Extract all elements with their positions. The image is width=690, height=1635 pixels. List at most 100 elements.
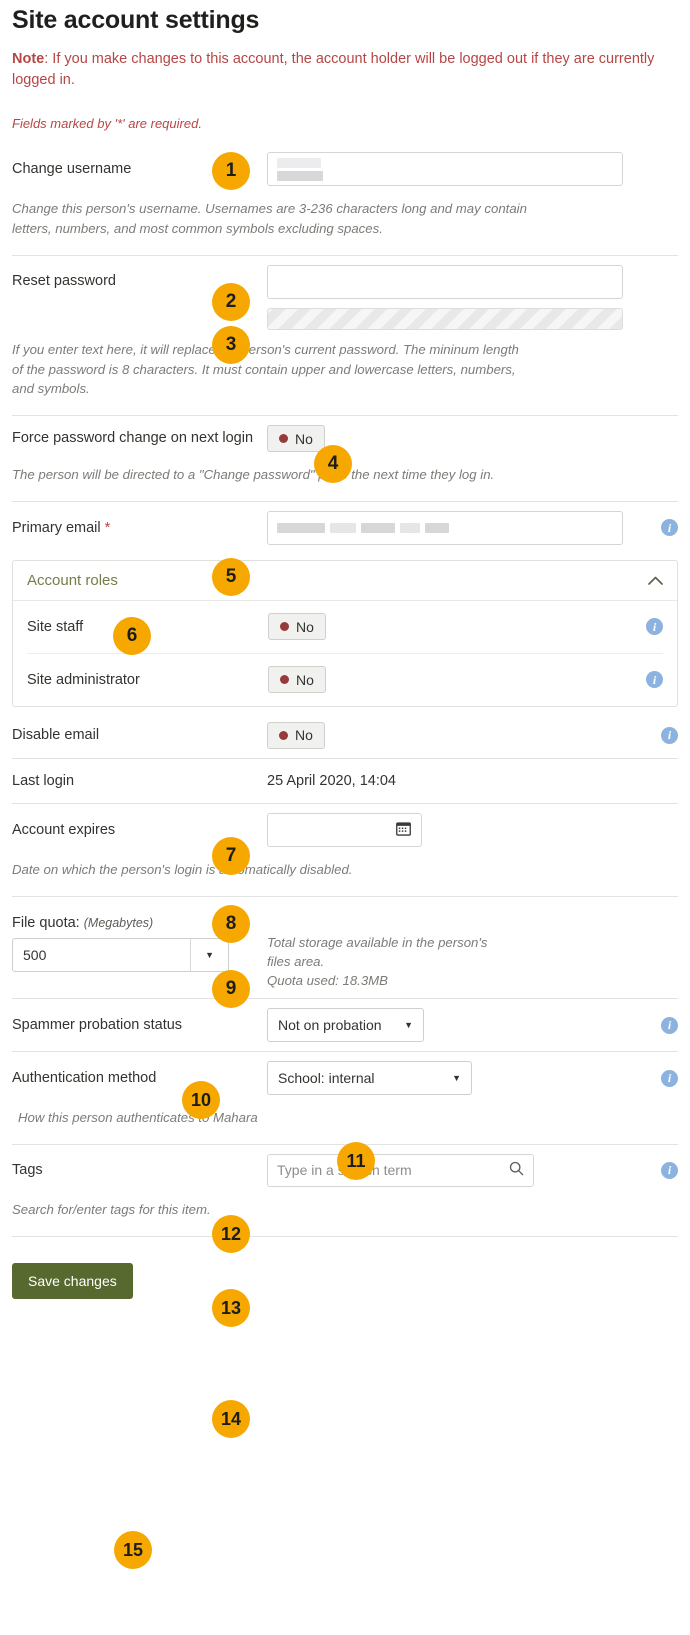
redaction-bar <box>361 522 395 533</box>
tags-help: Search for/enter tags for this item. <box>12 1201 211 1217</box>
redacted-username <box>277 157 323 181</box>
info-slot: i <box>648 1069 678 1087</box>
info-slot: i <box>648 726 678 744</box>
authentication-method-value: School: internal <box>278 1070 375 1087</box>
form-actions: Save changes <box>12 1237 678 1299</box>
field-row-tags: Tags Type in a search term i <box>12 1145 678 1196</box>
status-dot-icon <box>280 675 289 685</box>
file-quota-left: File quota: (Megabytes) 500 ▼ <box>12 915 267 972</box>
file-quota-right: Total storage available in the person's … <box>267 915 512 990</box>
field-row-primary-email: Primary email * i <box>12 502 678 554</box>
field-row-spammer-probation: Spammer probation status Not on probatio… <box>12 999 678 1051</box>
site-staff-value: No <box>296 618 314 635</box>
info-icon[interactable]: i <box>661 519 678 537</box>
status-dot-icon <box>279 434 288 444</box>
spammer-probation-control: Not on probation ▼ <box>267 1008 648 1043</box>
save-changes-button[interactable]: Save changes <box>12 1262 133 1299</box>
last-login-control: 25 April 2020, 14:04 <box>267 773 648 789</box>
status-dot-icon <box>280 622 289 632</box>
redaction-bar <box>400 522 420 533</box>
field-row-password-strength <box>12 307 678 336</box>
search-icon[interactable] <box>509 1161 524 1179</box>
force-password-change-label: Force password change on next login <box>12 430 254 447</box>
site-administrator-toggle[interactable]: No <box>268 666 326 694</box>
warning-note: Note: If you make changes to this accoun… <box>12 49 678 90</box>
field-row-force-password-change: Force password change on next login No <box>12 416 678 461</box>
calendar-icon[interactable] <box>396 821 411 839</box>
required-fields-note: Fields marked by '*' are required. <box>12 116 202 132</box>
disable-email-label: Disable email <box>12 727 100 744</box>
primary-email-label: Primary email * <box>12 519 267 538</box>
reset-password-label: Reset password <box>12 273 116 290</box>
calendar-svg <box>396 822 411 836</box>
annotation-badge-14: 14 <box>212 1400 250 1438</box>
info-icon[interactable]: i <box>646 618 663 636</box>
field-row-site-staff: Site staff No i <box>27 601 663 653</box>
field-row-last-login: Last login 25 April 2020, 14:04 <box>12 759 678 803</box>
file-quota-select[interactable]: 500 ▼ <box>12 937 229 972</box>
field-row-reset-password: Reset password <box>12 256 678 308</box>
info-icon[interactable]: i <box>661 726 678 744</box>
info-icon[interactable]: i <box>661 1069 678 1087</box>
annotation-badge-15: 15 <box>114 1531 152 1569</box>
change-username-control <box>267 152 648 187</box>
site-account-settings-page: Site account settings Note: If you make … <box>0 6 690 1569</box>
disable-email-control: No <box>267 721 648 749</box>
tags-placeholder: Type in a search term <box>277 1162 412 1179</box>
info-icon[interactable]: i <box>661 1016 678 1034</box>
reset-password-input[interactable] <box>267 264 623 299</box>
redaction-bar <box>277 522 325 533</box>
tags-control: Type in a search term <box>267 1153 648 1187</box>
primary-email-label-text: Primary email <box>12 519 101 536</box>
reset-password-help: If you enter text here, it will replace … <box>12 341 519 397</box>
field-row-site-administrator: Site administrator No i <box>27 654 663 706</box>
primary-email-control <box>267 510 648 545</box>
site-staff-toggle[interactable]: No <box>268 613 326 641</box>
force-password-change-help: The person will be directed to a "Change… <box>12 467 495 483</box>
redaction-bar <box>425 522 449 533</box>
last-login-value: 25 April 2020, 14:04 <box>267 772 396 789</box>
spammer-probation-select[interactable]: Not on probation ▼ <box>267 1008 424 1043</box>
authentication-method-help: How this person authenticates to Mahara <box>18 1110 258 1126</box>
account-expires-input[interactable] <box>267 812 422 847</box>
change-username-label: Change username <box>12 160 132 177</box>
account-expires-control <box>267 812 648 847</box>
redaction-bar <box>330 522 356 533</box>
required-asterisk: * <box>104 519 111 536</box>
primary-email-input[interactable] <box>267 510 623 545</box>
field-row-disable-email: Disable email No i <box>12 713 678 758</box>
reset-password-control <box>267 264 648 299</box>
force-password-change-toggle[interactable]: No <box>267 425 325 453</box>
chevron-down-icon: ▼ <box>452 1073 461 1084</box>
field-row-authentication-method: Authentication method School: internal ▼… <box>12 1052 678 1104</box>
chevron-up-icon[interactable] <box>648 574 663 587</box>
site-administrator-control: No <box>268 666 633 694</box>
authentication-method-select[interactable]: School: internal ▼ <box>267 1061 472 1096</box>
info-slot: i <box>633 671 663 689</box>
page-title: Site account settings <box>12 6 260 34</box>
tags-input-wrapper[interactable]: Type in a search term <box>267 1153 534 1187</box>
info-slot: i <box>633 618 663 636</box>
account-expires-label: Account expires <box>12 821 116 838</box>
field-row-file-quota: File quota: (Megabytes) 500 ▼ Total stor… <box>12 897 678 998</box>
search-svg <box>509 1162 524 1176</box>
info-icon[interactable]: i <box>661 1161 678 1179</box>
info-slot: i <box>648 1016 678 1034</box>
tags-label: Tags <box>12 1162 43 1179</box>
file-quota-label: File quota: (Megabytes) <box>12 915 267 931</box>
password-strength-control <box>267 307 648 330</box>
force-password-change-value: No <box>295 430 313 447</box>
redaction-bar <box>277 170 323 181</box>
account-roles-header[interactable]: Account roles <box>13 561 677 601</box>
account-roles-body: Site staff No i Site administrator No i <box>13 601 677 706</box>
chevron-up-svg <box>648 576 663 585</box>
file-quota-used: Quota used: 18.3MB <box>267 973 388 989</box>
disable-email-toggle[interactable]: No <box>267 721 325 749</box>
last-login-label: Last login <box>12 772 75 789</box>
change-username-input[interactable] <box>267 152 623 187</box>
file-quota-help: Total storage available in the person's … <box>267 934 488 969</box>
spammer-probation-label: Spammer probation status <box>12 1016 183 1033</box>
file-quota-unit: (Megabytes) <box>83 915 154 930</box>
info-icon[interactable]: i <box>646 671 663 689</box>
field-row-change-username: Change username <box>12 143 678 195</box>
